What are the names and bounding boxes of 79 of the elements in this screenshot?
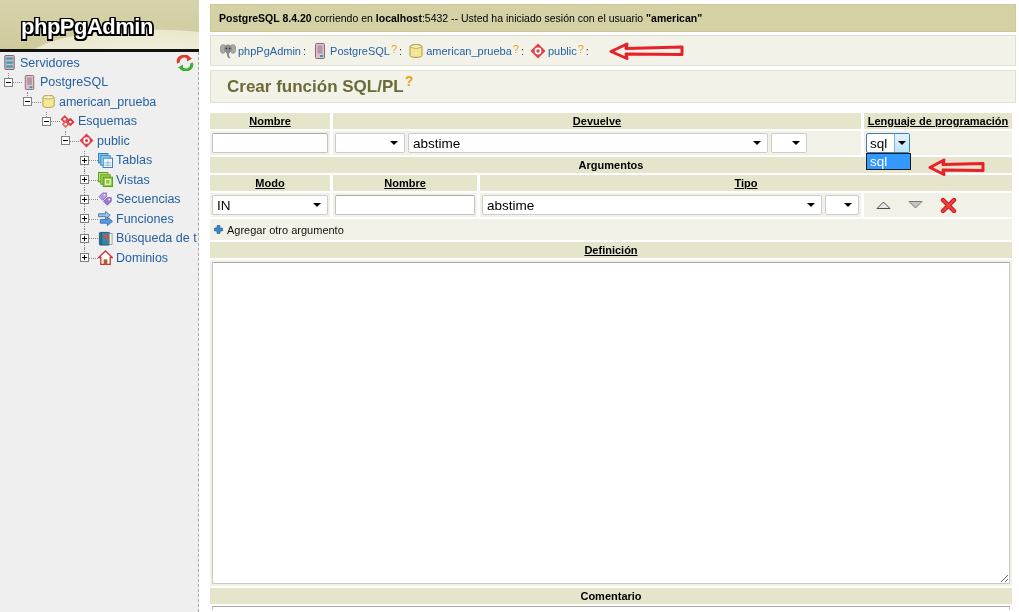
- collapse-icon[interactable]: [61, 136, 70, 146]
- page-title: Crear función SQL/PL: [227, 76, 404, 97]
- cross-icon[interactable]: [940, 196, 957, 214]
- tree-item[interactable]: PostgreSQL: [40, 75, 109, 90]
- server-rack-icon: [2, 55, 17, 71]
- breadcrumb-separator: :: [520, 44, 524, 57]
- function-name-field[interactable]: [212, 133, 328, 153]
- tree-item[interactable]: Funciones: [116, 211, 174, 226]
- up-triangle-icon[interactable]: [876, 201, 891, 209]
- column-header[interactable]: Tipo: [480, 175, 1012, 191]
- expand-icon[interactable]: [80, 155, 89, 165]
- language-dropdown[interactable]: sql: [866, 133, 910, 153]
- refresh-icon[interactable]: [176, 54, 194, 71]
- column-header[interactable]: Lenguaje de programación: [864, 113, 1012, 129]
- section-header: Comentario: [210, 588, 1012, 604]
- expand-icon[interactable]: [80, 233, 89, 243]
- breadcrumb-link[interactable]: american_prueba: [426, 44, 512, 57]
- caret-icon: [898, 141, 906, 145]
- breadcrumb-separator: :: [303, 44, 307, 57]
- collapse-icon[interactable]: [4, 77, 13, 87]
- left-arrow-icon: [928, 158, 986, 176]
- collapse-icon[interactable]: [23, 97, 32, 107]
- tree-item[interactable]: Vistas: [116, 172, 150, 187]
- left-arrow-icon: [608, 41, 685, 60]
- plus-icon: [214, 225, 223, 234]
- house-icon: [98, 250, 113, 266]
- tree-item[interactable]: public: [97, 133, 130, 148]
- comment-field[interactable]: [212, 606, 1010, 610]
- caret-icon: [807, 203, 815, 207]
- add-argument-link[interactable]: Agregar otro argumento: [214, 223, 344, 236]
- tree-item[interactable]: Tablas: [116, 153, 153, 168]
- breadcrumb-separator: :: [585, 44, 589, 57]
- caret-icon: [792, 141, 800, 145]
- logo-text: phpPgAdmin: [21, 13, 153, 40]
- database-icon: [41, 94, 56, 110]
- section-header[interactable]: Definición: [210, 242, 1012, 258]
- collapse-icon[interactable]: [42, 116, 51, 126]
- diamond-icon: [530, 42, 546, 59]
- dropdown[interactable]: [825, 195, 859, 215]
- diamond-icon: [79, 133, 94, 149]
- expand-icon[interactable]: [80, 214, 89, 224]
- down-triangle-icon[interactable]: [908, 201, 923, 209]
- book-icon: [98, 230, 113, 246]
- column-header[interactable]: Nombre: [333, 175, 477, 191]
- table-icon: [98, 152, 113, 168]
- breadcrumb-link[interactable]: public: [548, 44, 577, 57]
- session-info: PostgreSQL 8.4.20 corriendo en localhost:5432 -- Usted ha iniciado sesión con el usuario "american": [219, 12, 703, 24]
- caret-icon: [390, 141, 398, 145]
- stacked-squares-icon: [98, 172, 113, 188]
- diamonds-icon: [60, 113, 75, 129]
- column-header[interactable]: Nombre: [210, 113, 330, 129]
- definition-field[interactable]: [212, 262, 1010, 584]
- tree-item[interactable]: Búsqueda de t: [116, 231, 197, 246]
- dropdown[interactable]: [771, 133, 807, 153]
- breadcrumb-link[interactable]: phpPgAdmin: [238, 44, 301, 57]
- argument-name-field[interactable]: [335, 195, 475, 215]
- expand-icon[interactable]: [80, 175, 89, 185]
- tree-item[interactable]: Dominios: [116, 250, 169, 265]
- column-header[interactable]: Devuelve: [333, 113, 861, 129]
- expand-icon[interactable]: [80, 253, 89, 263]
- server-icon: [22, 74, 37, 90]
- caret-icon: [844, 203, 852, 207]
- breadcrumb-separator: :: [399, 44, 403, 57]
- type-dropdown[interactable]: abstime: [482, 195, 822, 215]
- dropdown[interactable]: abstime: [408, 133, 768, 153]
- tree-item[interactable]: american_prueba: [59, 94, 157, 109]
- caret-icon: [753, 141, 761, 145]
- mode-dropdown[interactable]: IN: [212, 195, 328, 215]
- stacked-arrows-icon: [98, 211, 113, 227]
- breadcrumb-link[interactable]: PostgreSQL: [330, 44, 390, 57]
- expand-icon[interactable]: [80, 194, 89, 204]
- caret-icon: [313, 203, 321, 207]
- tree-item[interactable]: Esquemas: [78, 114, 138, 129]
- tree-item[interactable]: Secuencias: [116, 192, 181, 207]
- column-header[interactable]: Modo: [210, 175, 330, 191]
- tags-icon: [98, 191, 113, 207]
- elephant-icon: [220, 42, 236, 59]
- database-icon: [408, 42, 425, 59]
- tree-item[interactable]: Servidores: [20, 55, 80, 70]
